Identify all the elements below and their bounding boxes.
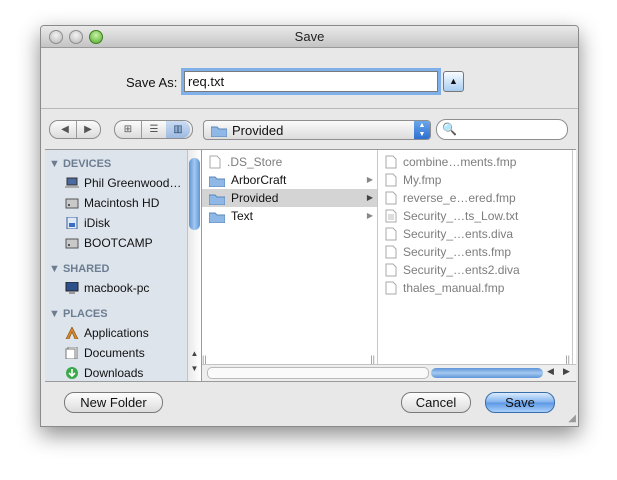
triangle-up-icon: ▲ xyxy=(449,76,458,86)
collapse-dialog-button[interactable]: ▲ xyxy=(443,71,464,92)
scroll-right-arrow[interactable]: ▶ xyxy=(563,366,570,377)
file-row[interactable]: Security_…ents2.diva xyxy=(378,261,520,279)
icon-view-button[interactable]: ⊞ xyxy=(116,121,140,138)
disclosure-arrow-icon: ▶ xyxy=(366,193,373,202)
window-title: Save xyxy=(294,29,325,44)
document-icon xyxy=(385,173,397,187)
location-popup[interactable]: Provided ▲ ▼ xyxy=(203,120,431,140)
file-row[interactable]: My.fmp xyxy=(378,171,441,189)
save-button[interactable]: Save xyxy=(485,392,555,413)
file-row[interactable]: .DS_Store xyxy=(202,153,377,171)
browser-column-2: combine…ments.fmp My.fmp reverse_e…ered.… xyxy=(378,150,573,364)
scroll-left-arrow[interactable]: ◀ xyxy=(547,366,554,377)
title-bar: Save xyxy=(41,26,578,48)
new-folder-button[interactable]: New Folder xyxy=(64,392,163,413)
view-mode-control: ⊞ ☰ ▥ xyxy=(114,120,193,139)
disclosure-arrow-icon: ▶ xyxy=(366,211,373,220)
column-view-button[interactable]: ▥ xyxy=(166,121,190,138)
folder-icon xyxy=(211,126,227,137)
save-as-label: Save As: xyxy=(126,75,178,90)
applications-icon xyxy=(65,327,79,339)
sidebar-item-applications[interactable]: Applications xyxy=(65,324,149,342)
sidebar-item-phil-greenwood[interactable]: Phil Greenwood… xyxy=(65,174,181,192)
scroll-track xyxy=(207,367,429,379)
document-icon xyxy=(385,245,397,259)
file-row[interactable]: Security_…ents.fmp xyxy=(378,243,511,261)
save-dialog: Save Save As: req.txt ▲ ◀ ▶ ⊞ ☰ ▥ Provid… xyxy=(40,25,579,427)
save-as-input[interactable]: req.txt xyxy=(184,71,438,92)
downloads-icon xyxy=(66,367,78,379)
sidebar-section-devices[interactable]: ▼ DEVICES xyxy=(49,158,111,170)
document-icon xyxy=(385,191,397,205)
scroll-down-arrow[interactable]: ▼ xyxy=(188,364,201,373)
location-label: Provided xyxy=(232,123,284,138)
document-icon xyxy=(385,155,397,169)
column-resize-handle[interactable]: || xyxy=(565,354,570,364)
folder-icon xyxy=(209,176,225,187)
folder-row[interactable]: Text ▶ xyxy=(202,207,377,225)
document-icon xyxy=(385,263,397,277)
folder-row-selected[interactable]: Provided ▶ xyxy=(202,189,377,207)
sidebar-item-bootcamp[interactable]: BOOTCAMP xyxy=(65,234,153,252)
sidebar: ▼ DEVICES Phil Greenwood… Macintosh HD i… xyxy=(45,150,202,381)
file-row[interactable]: reverse_e…ered.fmp xyxy=(378,189,516,207)
cancel-button[interactable]: Cancel xyxy=(401,392,471,413)
file-browser: ▼ DEVICES Phil Greenwood… Macintosh HD i… xyxy=(45,149,576,382)
horizontal-scroll-thumb[interactable] xyxy=(431,368,543,378)
sidebar-item-macintosh-hd[interactable]: Macintosh HD xyxy=(65,194,159,212)
hard-drive-icon xyxy=(65,198,79,209)
sidebar-item-macbook-pc[interactable]: macbook-pc xyxy=(65,279,149,297)
document-icon xyxy=(385,281,397,295)
text-document-icon xyxy=(385,209,397,223)
folder-icon xyxy=(209,212,225,223)
column-resize-handle[interactable]: || xyxy=(202,354,207,364)
search-icon: 🔍 xyxy=(442,122,457,136)
scroll-up-arrow[interactable]: ▲ xyxy=(188,349,201,358)
sidebar-item-idisk[interactable]: iDisk xyxy=(65,214,110,232)
hard-drive-icon xyxy=(65,238,79,249)
documents-icon xyxy=(65,347,78,359)
search-field[interactable]: 🔍 xyxy=(436,119,568,140)
folder-icon xyxy=(209,194,225,205)
laptop-icon xyxy=(65,177,79,188)
sidebar-scroll-thumb[interactable] xyxy=(189,158,200,230)
browser-column-1: .DS_Store ArborCraft ▶ Provided ▶ Text ▶ ||… xyxy=(202,150,378,364)
document-icon xyxy=(385,227,397,241)
horizontal-scrollbar[interactable]: ◀ ▶ xyxy=(202,364,576,381)
sidebar-scrollbar[interactable]: ▲ ▼ xyxy=(187,150,201,381)
popup-arrows-icon: ▲ ▼ xyxy=(414,121,430,139)
folder-row[interactable]: ArborCraft ▶ xyxy=(202,171,377,189)
sidebar-section-shared[interactable]: ▼ SHARED xyxy=(49,263,109,275)
sidebar-item-documents[interactable]: Documents xyxy=(65,344,145,362)
disclosure-arrow-icon: ▶ xyxy=(366,175,373,184)
forward-button[interactable]: ▶ xyxy=(77,121,99,138)
file-row[interactable]: Security_…ents.diva xyxy=(378,225,513,243)
idisk-icon xyxy=(66,217,78,229)
file-row[interactable]: Security_…ts_Low.txt xyxy=(378,207,518,225)
network-computer-icon xyxy=(65,282,79,294)
sidebar-item-downloads[interactable]: Downloads xyxy=(65,364,143,382)
list-view-button[interactable]: ☰ xyxy=(141,121,167,138)
resize-grip-icon[interactable]: ◢ xyxy=(568,413,576,424)
back-button[interactable]: ◀ xyxy=(54,121,76,138)
divider xyxy=(41,108,578,109)
history-nav: ◀ ▶ xyxy=(49,120,101,139)
sidebar-section-places[interactable]: ▼ PLACES xyxy=(49,308,108,320)
document-icon xyxy=(209,155,221,169)
column-resize-handle[interactable]: || xyxy=(370,354,375,364)
file-row[interactable]: combine…ments.fmp xyxy=(378,153,516,171)
file-row[interactable]: thales_manual.fmp xyxy=(378,279,504,297)
